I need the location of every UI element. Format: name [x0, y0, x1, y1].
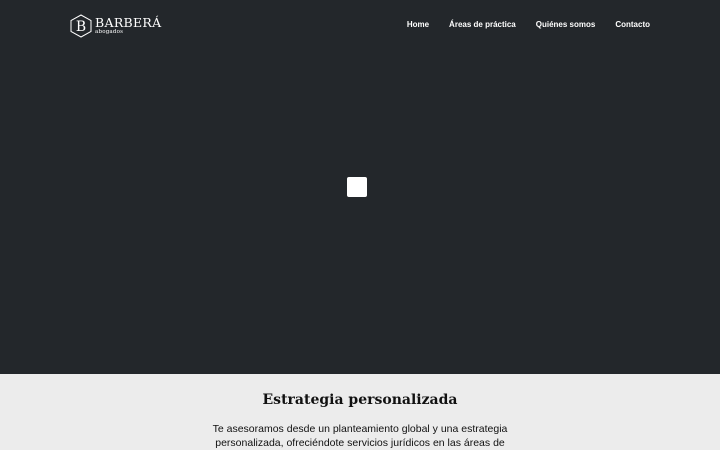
nav-item-contacto[interactable]: Contacto: [615, 20, 650, 30]
brand-logo[interactable]: B BARBERÁ abogados: [70, 13, 161, 39]
section-body: Te asesoramos desde un planteamiento glo…: [212, 423, 508, 449]
hero-section: B BARBERÁ abogados Home Áreas de práctic…: [0, 0, 720, 374]
nav-item-quienes-somos[interactable]: Quiénes somos: [536, 20, 596, 30]
strategy-section: Estrategia personalizada Te asesoramos d…: [0, 374, 720, 450]
video-placeholder[interactable]: [347, 177, 367, 197]
logo-initial: B: [76, 19, 86, 35]
nav-item-areas-de-practica[interactable]: Áreas de práctica: [449, 20, 516, 30]
navbar: B BARBERÁ abogados Home Áreas de práctic…: [0, 0, 720, 50]
logo-text: BARBERÁ abogados: [95, 14, 162, 36]
main-nav: Home Áreas de práctica Quiénes somos Con…: [407, 20, 650, 30]
brand-subtitle: abogados: [95, 29, 124, 35]
nav-item-home[interactable]: Home: [407, 20, 429, 30]
section-title: Estrategia personalizada: [262, 392, 458, 408]
brand-name: BARBERÁ: [95, 14, 162, 30]
hexagon-b-icon: B: [70, 14, 92, 38]
